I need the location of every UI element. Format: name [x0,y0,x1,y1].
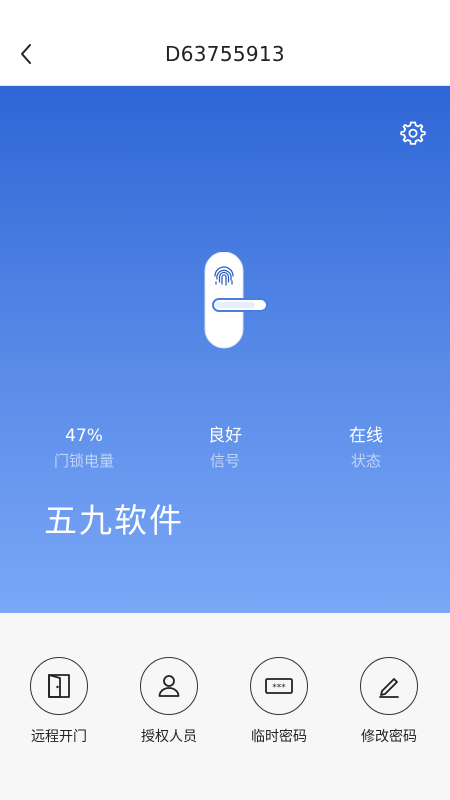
action-circle [30,657,88,715]
smart-lock-fingerprint-icon [204,252,268,349]
battery-stat: 47% 门锁电量 [24,424,144,472]
settings-button[interactable] [398,118,428,148]
signal-stat: 良好 信号 [165,424,285,472]
temp-password-label: 临时密码 [251,729,307,745]
person-icon [158,675,180,697]
lock-stats: 47% 门锁电量 良好 信号 在线 状态 [0,424,450,480]
status-label: 状态 [350,452,381,470]
battery-value: 47% [65,426,103,446]
pen-icon [379,678,399,698]
top-bar: D63755913 [0,0,450,86]
battery-label: 门锁电量 [53,452,114,470]
status-stat: 在线 状态 [306,424,426,472]
watermark-text: 五九软件 [44,501,184,540]
svg-text:***: *** [272,683,286,693]
password-icon: *** [265,678,293,694]
action-circle: *** [250,657,308,715]
remote-unlock-button[interactable]: 远程开门 [4,657,114,747]
remote-unlock-label: 远程开门 [31,729,87,745]
action-circle [360,657,418,715]
authorized-users-label: 授权人员 [141,729,197,745]
action-bar: 远程开门 授权人员 *** 临时密码 修改密码 [0,613,450,800]
gear-icon [400,121,426,145]
change-password-button[interactable]: 修改密码 [334,657,444,747]
door-icon [48,674,70,698]
status-value: 在线 [349,426,383,446]
action-circle [140,657,198,715]
authorized-users-button[interactable]: 授权人员 [114,657,224,747]
signal-label: 信号 [209,452,240,470]
temp-password-button[interactable]: *** 临时密码 [224,657,334,747]
signal-value: 良好 [208,426,242,446]
page-title: D63755913 [165,42,285,66]
lock-status-panel: 47% 门锁电量 良好 信号 在线 状态 五九软件 [0,86,450,613]
change-password-label: 修改密码 [361,729,417,745]
